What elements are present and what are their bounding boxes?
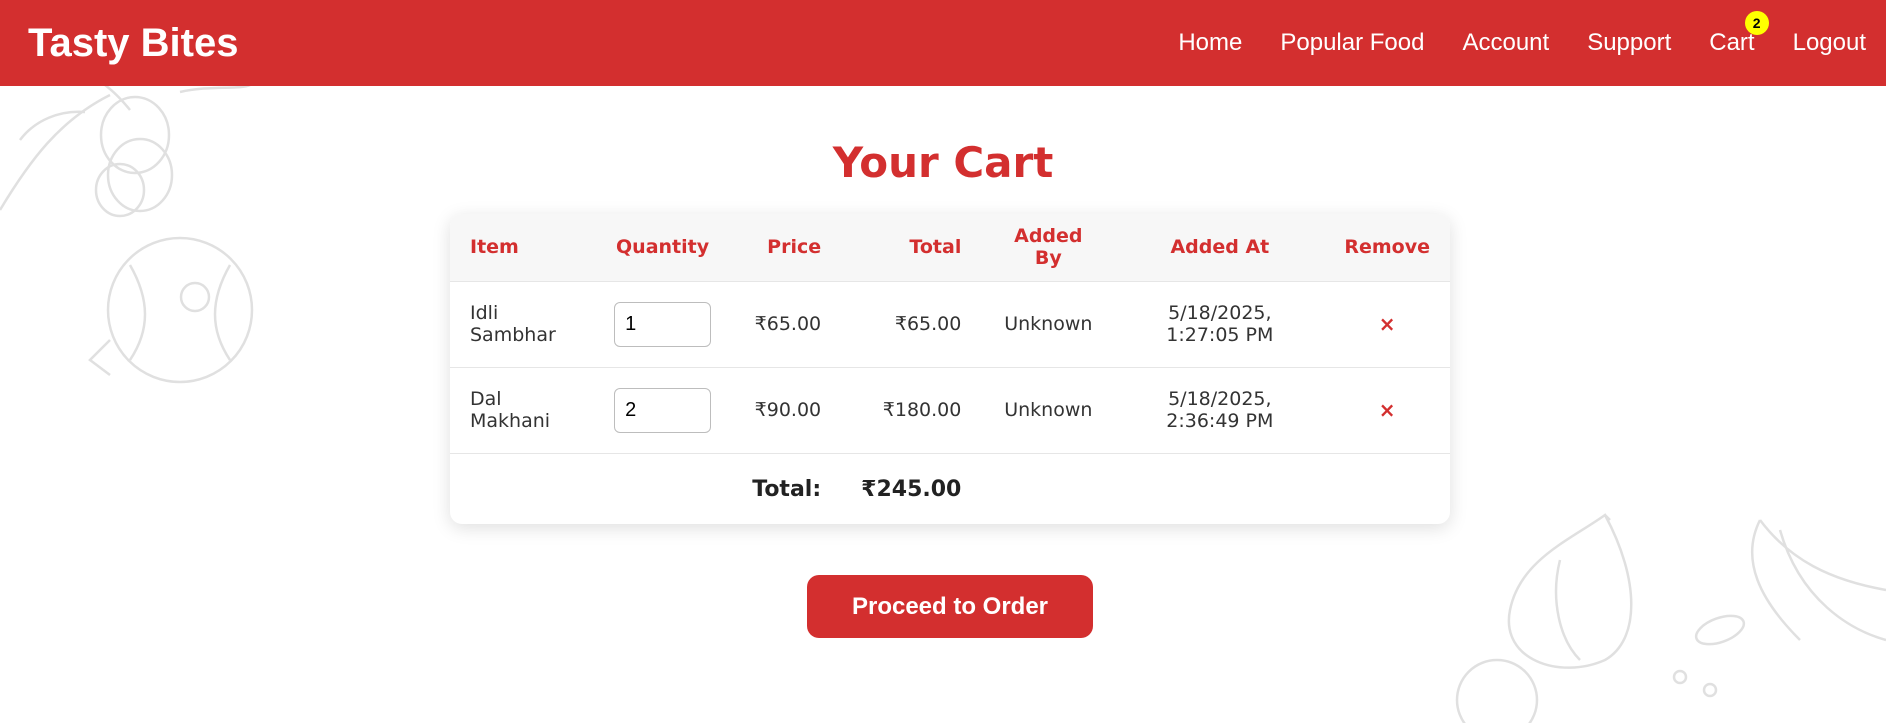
- cell-remove: ×: [1324, 367, 1450, 453]
- nav-links: Home Popular Food Account Support Cart 2…: [1140, 11, 1866, 57]
- cart-table: Item Quantity Price Total Added By Added…: [450, 214, 1450, 524]
- cart-count-badge: 2: [1744, 11, 1769, 35]
- footer-spacer: [1324, 453, 1450, 524]
- header-total: Total: [909, 236, 962, 259]
- cell-quantity: [594, 281, 732, 367]
- brand-logo[interactable]: Tasty Bites: [28, 21, 238, 66]
- cell-quantity: [594, 367, 732, 453]
- remove-item-button[interactable]: ×: [1379, 312, 1396, 336]
- page-title: Your Cart: [832, 138, 1054, 187]
- nav-cart[interactable]: Cart 2: [1709, 11, 1769, 57]
- footer-spacer: [450, 453, 594, 524]
- cell-item: Idli Sambhar: [470, 302, 556, 346]
- cart-table-card: Item Quantity Price Total Added By Added…: [450, 214, 1450, 524]
- cell-added-at: 5/18/2025, 2:36:49 PM: [1166, 388, 1274, 432]
- header-item: Item: [470, 236, 519, 259]
- nav-home[interactable]: Home: [1178, 29, 1242, 57]
- close-icon: ×: [1378, 312, 1396, 336]
- table-row: Dal Makhani ₹90.00 ₹180.00 Unknown 5/18/…: [450, 367, 1450, 453]
- footer-spacer: [594, 453, 732, 524]
- quantity-input[interactable]: [614, 387, 712, 433]
- quantity-input[interactable]: [614, 301, 712, 347]
- header-price: Price: [767, 236, 822, 259]
- total-label: Total:: [752, 476, 822, 502]
- nav-support[interactable]: Support: [1587, 29, 1671, 57]
- table-footer-row: Total: ₹245.00: [450, 453, 1450, 524]
- header-added-at: Added At: [1170, 236, 1270, 259]
- nav-popular-food[interactable]: Popular Food: [1280, 29, 1424, 57]
- close-icon: ×: [1378, 398, 1396, 422]
- cell-added-by: Unknown: [1004, 399, 1093, 421]
- cell-added-by: Unknown: [1004, 313, 1093, 335]
- proceed-to-order-button[interactable]: Proceed to Order: [807, 575, 1093, 638]
- cell-item: Dal Makhani: [470, 388, 551, 432]
- footer-spacer: [1115, 453, 1324, 524]
- grand-total-value: ₹245.00: [861, 476, 962, 502]
- nav-account[interactable]: Account: [1462, 29, 1549, 57]
- cell-price: ₹90.00: [754, 399, 822, 421]
- remove-item-button[interactable]: ×: [1379, 398, 1396, 422]
- header-added-by: Added By: [1014, 225, 1083, 270]
- table-header-row: Item Quantity Price Total Added By Added…: [450, 214, 1450, 281]
- header-remove: Remove: [1344, 236, 1430, 259]
- table-row: Idli Sambhar ₹65.00 ₹65.00 Unknown 5/18/…: [450, 281, 1450, 367]
- top-navbar: Tasty Bites Home Popular Food Account Su…: [0, 0, 1886, 86]
- cell-price: ₹65.00: [754, 313, 822, 335]
- cell-total: ₹180.00: [882, 399, 962, 421]
- header-quantity: Quantity: [616, 236, 710, 259]
- nav-cart-label: Cart: [1709, 29, 1755, 56]
- nav-logout[interactable]: Logout: [1793, 29, 1866, 57]
- footer-spacer: [981, 453, 1115, 524]
- cell-total: ₹65.00: [894, 313, 962, 335]
- cell-added-at: 5/18/2025, 1:27:05 PM: [1166, 302, 1274, 346]
- cell-remove: ×: [1324, 281, 1450, 367]
